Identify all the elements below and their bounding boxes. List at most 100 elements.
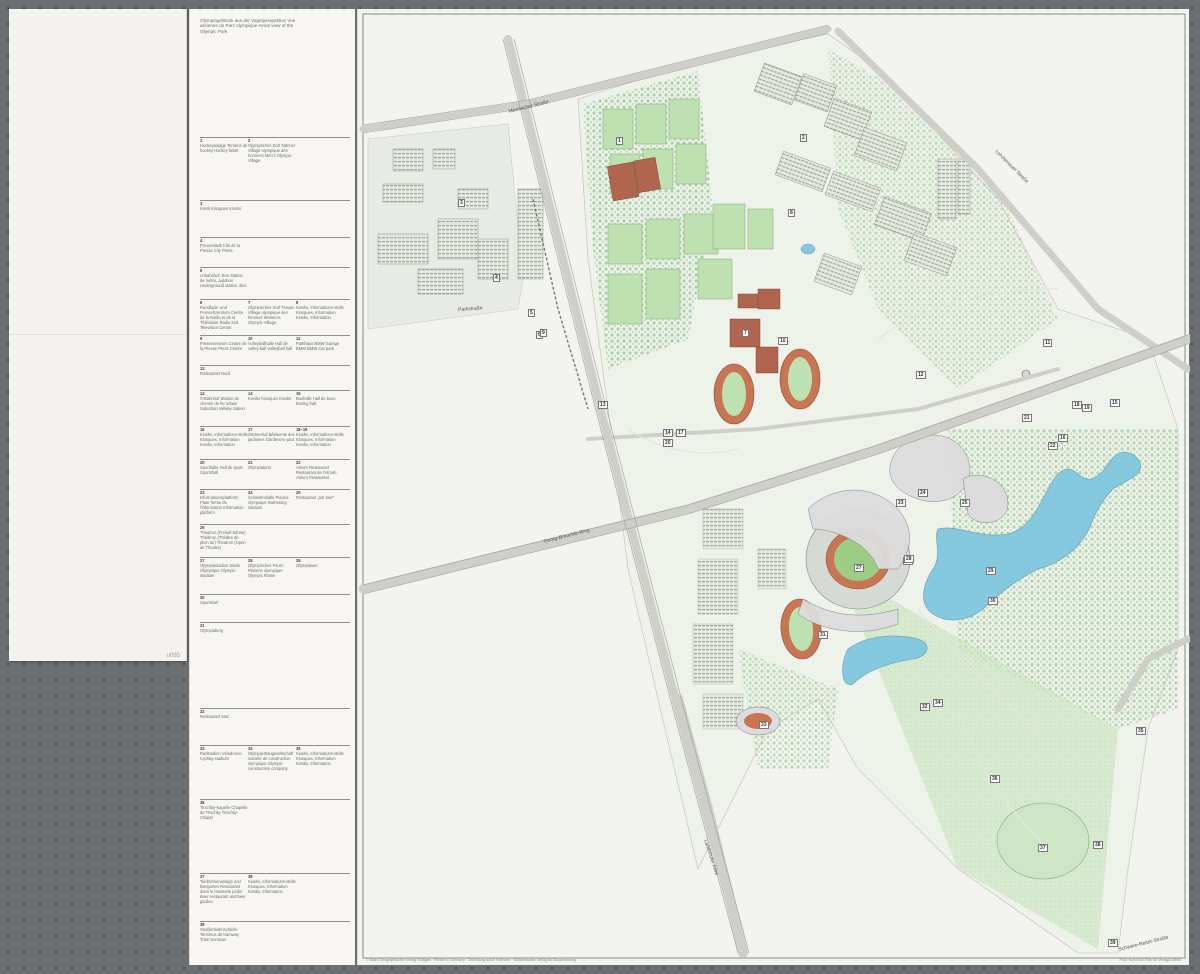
map-location-number[interactable]: 11 <box>1043 339 1053 347</box>
fold-panel: u095 <box>9 9 187 661</box>
legend-entry-text: Olympisches Feuer Flamme olympique Olymp… <box>248 562 284 578</box>
legend-entry-text: Kiosks, Informations-stelle Kiosques, In… <box>248 878 296 894</box>
map-location-number[interactable]: 19 <box>1082 404 1092 412</box>
map-location-number[interactable]: 7 <box>742 329 749 337</box>
legend-entry: 24 Schwimmhalle Piscine olympique Swimmin… <box>248 490 296 511</box>
map-location-number[interactable]: 35 <box>1136 727 1146 735</box>
legend-entry-text: S-Bahnhof Station de chemin de fer urbai… <box>200 395 245 411</box>
map-location-number[interactable]: 24 <box>918 489 928 497</box>
legend-entry: 21 Olympiaturm <box>248 460 296 471</box>
legend-entry-text: Theatron (Freiluft-bühne) Théâtron (Théâ… <box>200 529 246 550</box>
map-location-number[interactable]: 32 <box>920 703 930 711</box>
legend-entry-text: Tierbühnenanlage und Biergarten Restaura… <box>200 878 246 904</box>
legend-entry: 2 Olympisches Dorf Männer Village olympiq… <box>248 138 296 164</box>
legend-entry-text: Restaurant Nord <box>200 370 231 376</box>
park-map <box>358 13 1190 959</box>
map-location-number[interactable]: 15 <box>1110 399 1120 407</box>
legend-entry-text: Olympiaturm <box>248 464 272 470</box>
legend-entry: 38 Kiosks, Informations-stelle Kiosques, … <box>248 874 296 895</box>
legend-entry-text: Sportinsel <box>200 599 219 605</box>
map-location-number[interactable]: 36 <box>990 775 1000 783</box>
map-location-number[interactable]: 38 <box>1093 841 1103 849</box>
imprint-left: © Mairs Geographischer Verlag Stuttgart … <box>366 958 576 962</box>
map-location-number[interactable]: 1 <box>616 137 623 145</box>
legend-entry: 28 Olympisches Feuer Flamme olympique Oly… <box>248 558 296 579</box>
legend-entry: 34 Olympia-Baugesellschaft Société de con… <box>248 746 296 772</box>
legend-entry-text: Olympia-Baugesellschaft Société de const… <box>248 750 294 771</box>
legend-entry: 32 Restaurant Süd <box>200 709 248 720</box>
map-location-number[interactable]: 12 <box>916 371 926 379</box>
map-location-number[interactable]: 29 <box>986 567 996 575</box>
map-location-number[interactable]: 25 <box>960 499 970 507</box>
map-location-number[interactable]: 20 <box>663 439 673 447</box>
legend-row: 4 Pressestadt Cité de la Presse City Pres… <box>200 237 350 253</box>
map-location-number[interactable]: 39 <box>1108 939 1118 947</box>
legend-entry: 13 S-Bahnhof Station de chemin de fer urb… <box>200 391 248 412</box>
map-location-number[interactable]: 21 <box>1022 414 1032 422</box>
legend-entry: 5 U-Bahnhof, Bus Station de métro, autobu… <box>200 268 248 289</box>
legend-entry: 36 Tirschky-Kapelle Chapelle de Tirschky … <box>200 800 248 821</box>
map-location-number[interactable]: 23 <box>896 499 906 507</box>
map-location-number[interactable]: 10 <box>778 337 788 345</box>
map-location-number[interactable]: 28 <box>904 555 914 563</box>
legend-entry-text: Kiosks, Informations-stelle Kiosques, In… <box>296 431 344 447</box>
map-location-number[interactable]: 4 <box>493 274 500 282</box>
legend-entry-text: Restaurant Süd <box>200 713 229 719</box>
stamp-text: u095 <box>166 653 180 659</box>
legend-entry-text: Schwimmhalle Piscine olympique Swimming … <box>248 494 289 510</box>
legend-entry-text: Radstadion Vélodrome Cycling stadium <box>200 750 242 761</box>
legend-row: 3 Kiosk Kiosques Kiosks <box>200 200 350 211</box>
legend-index-panel: Olympiagelände aus der Vogelperspektive … <box>189 9 355 965</box>
map-location-number[interactable]: 27 <box>854 564 864 572</box>
legend-row: 12 Restaurant Nord <box>200 365 350 376</box>
map-location-number[interactable]: 18 <box>1072 401 1082 409</box>
legend-row: 33 Radstadion Vélodrome Cycling stadium 34… <box>200 745 350 771</box>
legend-entry: 18–19 Kiosks, Informations-stelle Kiosque… <box>296 427 344 448</box>
legend-entry-text: U-Bahnhof, Bus Station de métro, autobus… <box>200 272 247 288</box>
legend-entry-text: Parkhaus BMW Garage BMW BMW Car park <box>296 340 340 351</box>
legend-entry: 22 Atrium Restaurant Restaurant de l'Atri… <box>296 460 344 481</box>
map-location-number[interactable]: 8 <box>788 209 795 217</box>
map-location-number[interactable]: 31 <box>818 631 828 639</box>
map-location-number[interactable]: 13 <box>598 401 608 409</box>
legend-entry: 27 Olympiastadion Stade Olympique Olympic… <box>200 558 248 579</box>
map-location-number[interactable]: 14 <box>663 429 673 437</box>
legend-entry-text: Kiosks Kiosques Kiosks <box>248 395 292 401</box>
legend-row: 5 U-Bahnhof, Bus Station de métro, autobu… <box>200 267 350 288</box>
map-location-number[interactable]: 5 <box>528 309 535 317</box>
legend-row: 30 Sportinsel <box>200 594 350 605</box>
map-location-number[interactable]: 37 <box>1038 844 1048 852</box>
map-location-number[interactable]: 3 <box>458 199 465 207</box>
legend-entry: 29 Olympiasee <box>296 558 344 569</box>
legend-entry-text: Kiosks, Informations-stelle Kiosques, In… <box>200 431 248 447</box>
map-sheet[interactable]: Moosacher Straße Georg-Brauchle-Ring Lan… <box>357 9 1190 965</box>
map-location-number[interactable]: 16 <box>1058 434 1068 442</box>
legend-entry-text: Hockeyanlage Terrains de hockey Hockey f… <box>200 142 248 153</box>
legend-entry: 17 Gärtnerhof Bâtiments des jardiniers Ga… <box>248 427 296 443</box>
legend-entry: 9 Pressezentrum Centre de la Presse Press… <box>200 336 248 352</box>
legend-entry-text: Pressezentrum Centre de la Presse Press … <box>200 340 247 351</box>
legend-entry: 14 Kiosks Kiosques Kiosks <box>248 391 296 402</box>
legend-entry: 35 Kiosks, Informations-stelle Kiosques, … <box>296 746 344 767</box>
legend-row: 31 Olympiaberg <box>200 622 350 633</box>
map-location-number[interactable]: 9 <box>540 329 547 337</box>
legend-entry-text: Olympiastadion Stade Olympique Olympic s… <box>200 562 241 578</box>
legend-entry: 4 Pressestadt Cité de la Presse City Pres… <box>200 238 248 254</box>
rose-garden <box>996 802 1090 880</box>
legend-entry: 7 Olympisches Dorf Frauen Village olympiq… <box>248 300 296 326</box>
legend-row: 23 Informationsplattform Plate-forme de l… <box>200 489 350 515</box>
legend-entry: 8 Kiosks, Informations-stelle Kiosques, I… <box>296 300 344 321</box>
legend-row: 36 Tirschky-Kapelle Chapelle de Tirschky … <box>200 799 350 820</box>
legend-entry-text: Rundfunk- und Fernsehzentrum Centre de l… <box>200 304 244 330</box>
map-location-number[interactable]: 22 <box>1048 442 1058 450</box>
map-location-number[interactable]: 33 <box>759 721 769 729</box>
map-location-number[interactable]: 2 <box>800 134 807 142</box>
legend-row: 13 S-Bahnhof Station de chemin de fer urb… <box>200 390 350 411</box>
legend-entry-text: Straßenbahnschleife Terminus de tramway … <box>200 926 239 942</box>
map-location-number[interactable]: 17 <box>676 429 686 437</box>
legend-entry: 30 Sportinsel <box>200 595 248 606</box>
legend-row: 20 Sporthalle Hall de sport Sportshall 21 O… <box>200 459 350 480</box>
legend-entry: 31 Olympiaberg <box>200 623 248 634</box>
map-location-number[interactable]: 34 <box>933 699 943 707</box>
map-location-number[interactable]: 30 <box>988 597 998 605</box>
